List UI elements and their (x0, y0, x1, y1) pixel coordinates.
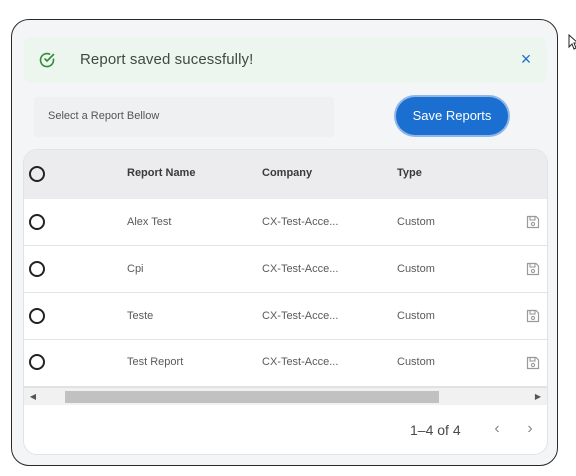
row-select-radio[interactable] (29, 214, 45, 230)
scrollbar-thumb[interactable] (65, 391, 439, 403)
column-header-type[interactable]: Type (397, 167, 422, 179)
scroll-right-icon[interactable]: ▶ (533, 391, 543, 402)
table-row[interactable]: Test Report CX-Test-Acce... Custom (24, 340, 547, 387)
reports-table: Report Name Company Type Alex Test CX-Te… (23, 149, 548, 455)
success-alert: Report saved sucessfully! × (24, 37, 547, 83)
type-cell: Custom (397, 216, 435, 228)
horizontal-scrollbar[interactable]: ◀ ▶ (24, 387, 547, 405)
type-cell: Custom (397, 310, 435, 322)
prev-page-icon[interactable]: ‹ (486, 418, 508, 440)
company-cell: CX-Test-Acce... (262, 356, 339, 368)
save-icon[interactable] (526, 215, 540, 229)
scroll-left-icon[interactable]: ◀ (28, 391, 38, 402)
save-icon[interactable] (526, 309, 540, 323)
save-reports-button[interactable]: Save Reports (396, 97, 508, 135)
report-name-cell: Cpi (127, 263, 144, 275)
report-select[interactable]: Select a Report Bellow (34, 97, 334, 137)
alert-message: Report saved sucessfully! (80, 51, 254, 68)
report-select-placeholder: Select a Report Bellow (48, 110, 160, 122)
row-select-radio[interactable] (29, 354, 45, 370)
company-cell: CX-Test-Acce... (262, 216, 339, 228)
next-page-icon[interactable]: › (519, 418, 541, 440)
column-header-report-name[interactable]: Report Name (127, 167, 195, 179)
table-row[interactable]: Cpi CX-Test-Acce... Custom (24, 246, 547, 293)
pagination-range: 1–4 of 4 (410, 422, 461, 438)
column-header-company[interactable]: Company (262, 167, 312, 179)
table-header: Report Name Company Type (24, 150, 547, 200)
report-name-cell: Teste (127, 310, 154, 322)
company-cell: CX-Test-Acce... (262, 310, 339, 322)
report-name-cell: Alex Test (127, 216, 172, 228)
report-dialog: Report saved sucessfully! × Select a Rep… (11, 19, 558, 466)
company-cell: CX-Test-Acce... (262, 263, 339, 275)
select-all-radio[interactable] (29, 166, 45, 182)
table-row[interactable]: Alex Test CX-Test-Acce... Custom (24, 199, 547, 246)
row-select-radio[interactable] (29, 261, 45, 277)
type-cell: Custom (397, 356, 435, 368)
save-icon[interactable] (526, 356, 540, 370)
close-icon[interactable]: × (515, 48, 537, 70)
type-cell: Custom (397, 263, 435, 275)
mouse-cursor-icon (568, 34, 576, 50)
save-icon[interactable] (526, 262, 540, 276)
table-row[interactable]: Teste CX-Test-Acce... Custom (24, 293, 547, 340)
report-name-cell: Test Report (127, 356, 184, 368)
row-select-radio[interactable] (29, 308, 45, 324)
check-circle-icon (39, 52, 55, 68)
